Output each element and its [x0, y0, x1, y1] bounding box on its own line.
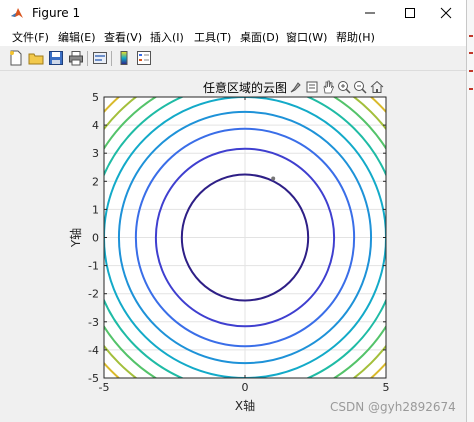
editor-mark — [469, 35, 473, 37]
editor-mark — [469, 52, 473, 54]
toolbar-separator — [87, 51, 88, 66]
close-button[interactable] — [426, 0, 466, 26]
insert-legend-icon[interactable] — [136, 50, 152, 66]
new-figure-icon[interactable] — [8, 50, 24, 66]
window-title: Figure 1 — [32, 6, 81, 20]
brush-icon[interactable] — [289, 80, 303, 94]
maximize-icon — [405, 8, 415, 18]
home-icon[interactable] — [370, 80, 384, 94]
link-plot-icon[interactable] — [92, 50, 108, 66]
watermark: CSDN @gyh2892674 — [330, 400, 456, 414]
menu-desktop[interactable]: 桌面(D) — [240, 29, 279, 45]
zoom-in-icon[interactable] — [337, 80, 351, 94]
title-bar[interactable]: Figure 1 — [0, 0, 466, 26]
figure-toolbar — [0, 46, 466, 71]
background-editor-strip — [467, 0, 474, 422]
save-icon[interactable] — [48, 50, 64, 66]
menu-tools[interactable]: 工具(T) — [194, 29, 231, 45]
minimize-button[interactable] — [350, 0, 390, 26]
menu-bar: 文件(F) 编辑(E) 查看(V) 插入(I) 工具(T) 桌面(D) 窗口(W… — [0, 26, 466, 46]
figure-canvas — [8, 71, 462, 416]
figure-window: Figure 1 文件(F) 编辑(E) 查看(V) 插入(I) 工具(T) 桌… — [0, 0, 467, 422]
chart-title: 任意区域的云图 — [203, 81, 288, 95]
zoom-out-icon[interactable] — [353, 80, 367, 94]
matlab-logo-icon — [11, 8, 23, 18]
menu-edit[interactable]: 编辑(E) — [58, 29, 96, 45]
menu-insert[interactable]: 插入(I) — [150, 29, 184, 45]
editor-mark — [469, 70, 473, 72]
menu-window[interactable]: 窗口(W) — [286, 29, 327, 45]
open-file-icon[interactable] — [28, 50, 44, 66]
insert-colorbar-icon[interactable] — [116, 50, 132, 66]
maximize-button[interactable] — [390, 0, 430, 26]
editor-mark — [469, 88, 473, 90]
menu-file[interactable]: 文件(F) — [12, 29, 49, 45]
close-icon — [440, 7, 452, 19]
minimize-icon — [365, 12, 375, 14]
menu-view[interactable]: 查看(V) — [104, 29, 142, 45]
data-tips-icon[interactable] — [305, 80, 319, 94]
pan-hand-icon[interactable] — [321, 80, 335, 94]
toolbar-separator — [111, 51, 112, 66]
print-icon[interactable] — [68, 50, 84, 66]
menu-help[interactable]: 帮助(H) — [336, 29, 375, 45]
